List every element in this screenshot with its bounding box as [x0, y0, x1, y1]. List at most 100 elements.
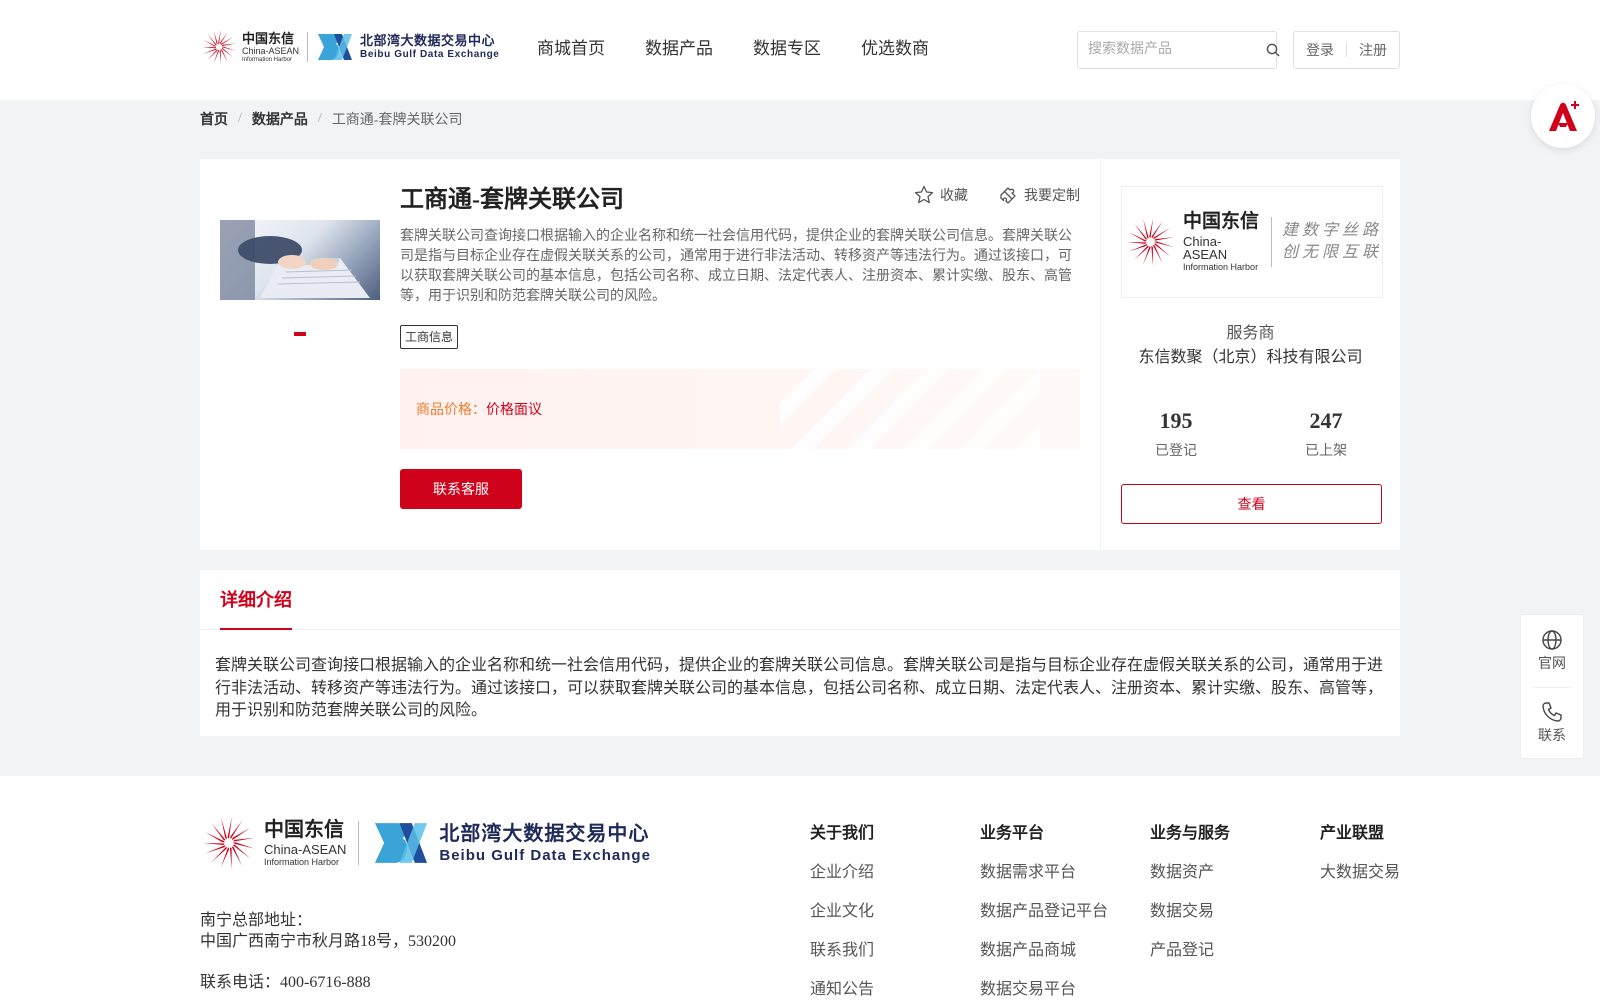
vendor-logo-en: China-ASEAN	[1183, 234, 1228, 262]
nav-data-zone[interactable]: 数据专区	[753, 37, 821, 61]
footer-col-title: 业务与服务	[1150, 825, 1231, 842]
breadcrumb-current: 工商通-套牌关联公司	[331, 113, 463, 128]
price-value: 价格面议	[486, 403, 542, 418]
phone-icon	[1542, 702, 1562, 722]
bx-logo-icon	[318, 34, 353, 60]
laptop-hands-image	[220, 220, 370, 300]
view-vendor-button[interactable]: 查看	[1121, 484, 1382, 524]
register-link[interactable]: 注册	[1359, 40, 1387, 60]
side-contact-button[interactable]: 联系	[1521, 701, 1583, 745]
footer: 中国东信 China-ASEAN Information Harbor 北部湾大…	[0, 776, 1600, 1000]
contact-service-button[interactable]: 联系客服	[400, 469, 522, 509]
globe-icon	[1542, 630, 1562, 650]
footer-col-services: 业务与服务 数据资产 数据交易 产品登记	[1150, 824, 1230, 961]
nav-home[interactable]: 商城首页	[537, 37, 605, 61]
footer-link[interactable]: 数据资产	[1150, 863, 1230, 883]
product-tag[interactable]: 工商信息	[400, 325, 459, 349]
main-nav: 商城首页 数据产品 数据专区 优选数商	[537, 37, 969, 61]
footer-col-platform: 业务平台 数据需求平台 数据产品登记平台 数据产品商城 数据交易平台	[980, 824, 1108, 1000]
footer-link[interactable]: 企业文化	[810, 902, 874, 922]
side-website-label: 官网	[1538, 657, 1566, 672]
vendor-logo-divider	[1271, 217, 1272, 267]
price-text: 商品价格：价格面议	[416, 399, 542, 419]
vendor-slogan-line2: 创无限互联	[1281, 244, 1382, 261]
footer-link[interactable]: 数据交易	[1150, 902, 1230, 922]
logo-bb-cn-text: 北部湾大数据交易中心	[360, 33, 496, 48]
search-icon	[1266, 43, 1280, 57]
sunburst-logo-icon	[202, 816, 255, 870]
ai-assistant-button[interactable]	[1531, 84, 1595, 148]
nav-data-products[interactable]: 数据产品	[645, 37, 713, 61]
footer-link[interactable]: 产品登记	[1150, 941, 1230, 961]
vendor-label: 服务商	[1226, 325, 1275, 342]
footer-col-title: 业务平台	[980, 825, 1045, 842]
auth-box: 登录 注册	[1293, 31, 1400, 69]
footer-link[interactable]: 大数据交易	[1320, 863, 1400, 883]
product-description: 套牌关联公司查询接口根据输入的企业名称和统一社会信用代码，提供企业的套牌关联公司…	[400, 229, 1072, 304]
favorite-label: 收藏	[940, 189, 968, 204]
footer-col-title: 产业联盟	[1320, 825, 1385, 842]
stat-registered: 195 已登记	[1126, 410, 1226, 460]
footer-logo-cn: 中国东信	[264, 818, 344, 841]
carousel-indicator[interactable]	[294, 332, 306, 336]
footer-link[interactable]: 企业介绍	[810, 863, 874, 883]
logo-divider	[307, 32, 309, 62]
product-image[interactable]	[220, 220, 380, 300]
logo-cn-text: 中国东信	[242, 30, 295, 46]
side-divider	[1533, 687, 1571, 688]
footer-col-about: 关于我们 企业介绍 企业文化 联系我们 通知公告	[810, 824, 874, 1000]
vendor-logo-cn: 中国东信	[1183, 211, 1260, 232]
search-input[interactable]	[1078, 32, 1266, 68]
customize-button[interactable]: 我要定制	[998, 185, 1080, 205]
search-button[interactable]	[1266, 32, 1280, 68]
breadcrumb-category[interactable]: 数据产品	[252, 109, 308, 129]
footer-logo-en-sub: Information Harbor	[264, 856, 340, 867]
china-asean-logo: 中国东信 China-ASEAN Information Harbor	[200, 28, 299, 66]
listed-label: 已上架	[1305, 444, 1347, 459]
footer-link[interactable]: 联系我们	[810, 941, 874, 961]
footer-link[interactable]: 通知公告	[810, 980, 874, 1000]
footer-link[interactable]: 数据产品商城	[980, 941, 1108, 961]
footer-col-alliance: 产业联盟 大数据交易	[1320, 824, 1400, 883]
footer-logo-en: China-ASEAN	[264, 841, 347, 857]
nav-featured-vendors[interactable]: 优选数商	[861, 37, 929, 61]
beibu-gulf-logo: 北部湾大数据交易中心 Beibu Gulf Data Exchange	[316, 32, 499, 62]
ai-assistant-icon	[1549, 101, 1579, 131]
breadcrumb-home[interactable]: 首页	[200, 109, 228, 129]
footer-link[interactable]: 数据需求平台	[980, 863, 1108, 883]
detail-tabs: 详细介绍	[200, 570, 1400, 630]
product-card: 工商通-套牌关联公司 收藏 我要定制 套牌关联公司查询接口根据输入的企业名称和统…	[200, 159, 1100, 550]
footer-phone: 联系电话：400-6716-888	[200, 974, 371, 991]
logo-en-text: China-ASEAN	[242, 45, 300, 56]
star-icon	[914, 185, 934, 204]
footer-link[interactable]: 数据交易平台	[980, 980, 1108, 1000]
footer-link[interactable]: 数据产品登记平台	[980, 902, 1108, 922]
side-contact-label: 联系	[1538, 729, 1566, 744]
footer-logo-bb-cn: 北部湾大数据交易中心	[439, 822, 650, 845]
breadcrumb: 首页 / 数据产品 / 工商通-套牌关联公司	[200, 109, 462, 129]
sunburst-logo-icon	[201, 29, 236, 65]
logo-bb-en-text: Beibu Gulf Data Exchange	[360, 49, 500, 60]
puzzle-icon	[1000, 187, 1016, 204]
favorite-button[interactable]: 收藏	[914, 185, 968, 205]
vendor-logo-en-sub: Information Harbor	[1183, 262, 1259, 272]
footer-logo-bb-en: Beibu Gulf Data Exchange	[439, 846, 651, 864]
footer-logo[interactable]: 中国东信 China-ASEAN Information Harbor 北部湾大…	[200, 814, 651, 872]
site-logo[interactable]: 中国东信 China-ASEAN Information Harbor 北部湾大…	[200, 28, 499, 66]
registered-count: 195	[1159, 408, 1193, 433]
login-link[interactable]: 登录	[1306, 40, 1334, 60]
customize-label: 我要定制	[1024, 189, 1080, 204]
stat-listed: 247 已上架	[1276, 410, 1376, 460]
side-float-panel: 官网 联系	[1520, 614, 1584, 759]
header: 中国东信 China-ASEAN Information Harbor 北部湾大…	[0, 0, 1600, 100]
price-box-decoration	[780, 369, 1040, 449]
side-website-button[interactable]: 官网	[1521, 629, 1583, 673]
tab-detail-intro[interactable]: 详细介绍	[220, 570, 292, 630]
vendor-slogan-line1: 建数字丝路	[1281, 222, 1382, 239]
detail-body: 套牌关联公司查询接口根据输入的企业名称和统一社会信用代码，提供企业的套牌关联公司…	[215, 657, 1384, 719]
vendor-card: 中国东信 China-ASEAN Information Harbor 建数字丝…	[1101, 159, 1400, 550]
vendor-logo[interactable]: 中国东信 China-ASEAN Information Harbor 建数字丝…	[1121, 186, 1383, 298]
registered-label: 已登记	[1155, 444, 1197, 459]
footer-logo-divider	[358, 821, 360, 865]
auth-divider	[1346, 43, 1347, 57]
